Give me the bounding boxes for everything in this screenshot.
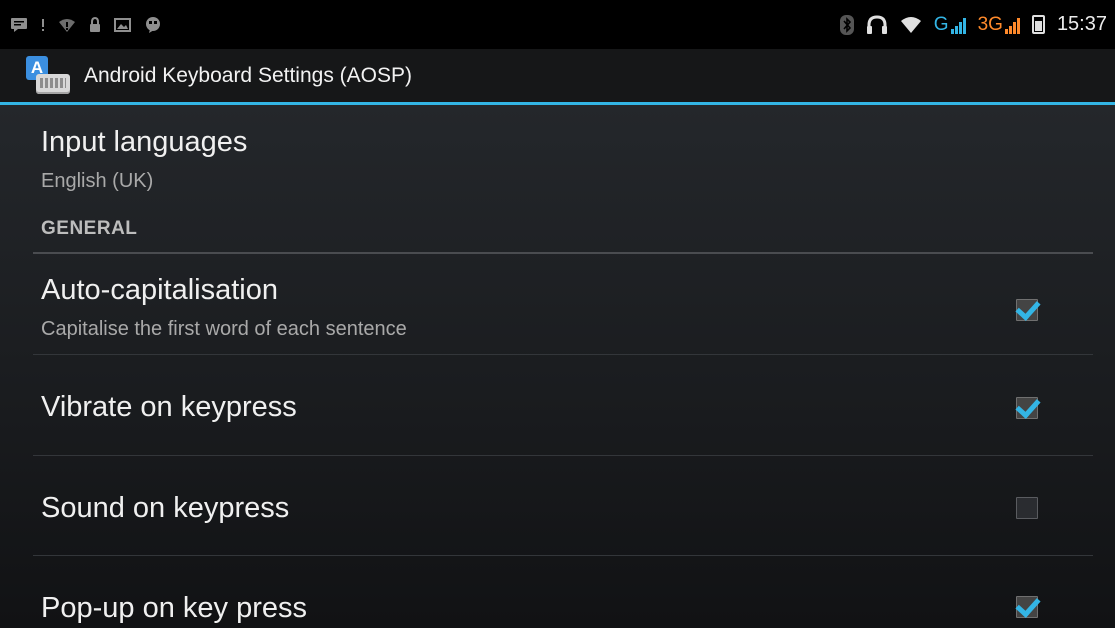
- headphones-icon: [866, 14, 888, 35]
- network-3g-label: 3G: [977, 14, 1003, 35]
- sound-on-keypress-checkbox[interactable]: [1016, 497, 1038, 519]
- battery-icon: [1031, 15, 1045, 34]
- sound-on-keypress-preference[interactable]: Sound on keypress: [0, 456, 1115, 556]
- action-bar: A Android Keyboard Settings (AOSP): [0, 49, 1115, 102]
- popup-on-key-press-checkbox[interactable]: [1016, 596, 1038, 618]
- signal-bars-icon: [950, 18, 966, 34]
- page-title: Android Keyboard Settings (AOSP): [84, 63, 413, 87]
- preference-summary: Capitalise the first word of each senten…: [41, 318, 407, 340]
- system-icons: G 3G 15:37: [839, 13, 1107, 36]
- signal-bars-icon: [1004, 18, 1020, 34]
- network-3g-indicator: 3G: [978, 15, 1020, 34]
- notification-icons: [10, 16, 162, 34]
- preference-title: Input languages: [41, 126, 248, 158]
- message-icon: [10, 17, 28, 33]
- input-languages-preference[interactable]: Input languages English (UK): [0, 105, 1115, 205]
- network-g-label: G: [933, 14, 949, 35]
- wifi-icon: [900, 16, 922, 34]
- alert-icon: [40, 17, 46, 33]
- preference-summary: English (UK): [41, 170, 154, 192]
- auto-capitalisation-checkbox[interactable]: [1016, 299, 1038, 321]
- network-g-indicator: G: [934, 15, 966, 34]
- vibrate-on-keypress-preference[interactable]: Vibrate on keypress: [0, 355, 1115, 455]
- keyboard-icon: [36, 73, 70, 94]
- vibrate-on-keypress-checkbox[interactable]: [1016, 397, 1038, 419]
- preference-title: Auto-capitalisation: [41, 274, 278, 306]
- preference-title: Vibrate on keypress: [41, 391, 297, 423]
- image-icon: [114, 17, 132, 33]
- settings-list: Input languages English (UK) GENERAL Aut…: [0, 105, 1115, 628]
- section-header-general: GENERAL: [41, 218, 138, 239]
- wifi-alert-icon: [58, 17, 76, 33]
- preference-title: Pop-up on key press: [41, 592, 307, 624]
- status-bar: G 3G 15:37: [0, 0, 1115, 49]
- keyboard-app-icon[interactable]: A: [26, 54, 74, 98]
- popup-on-key-press-preference[interactable]: Pop-up on key press: [0, 556, 1115, 628]
- preference-title: Sound on keypress: [41, 492, 290, 524]
- clock: 15:37: [1056, 13, 1107, 35]
- bluetooth-icon: [839, 14, 854, 35]
- section-divider: [33, 252, 1093, 254]
- auto-capitalisation-preference[interactable]: Auto-capitalisation Capitalise the first…: [0, 255, 1115, 355]
- lock-icon: [88, 16, 102, 33]
- chat-icon: [144, 16, 162, 34]
